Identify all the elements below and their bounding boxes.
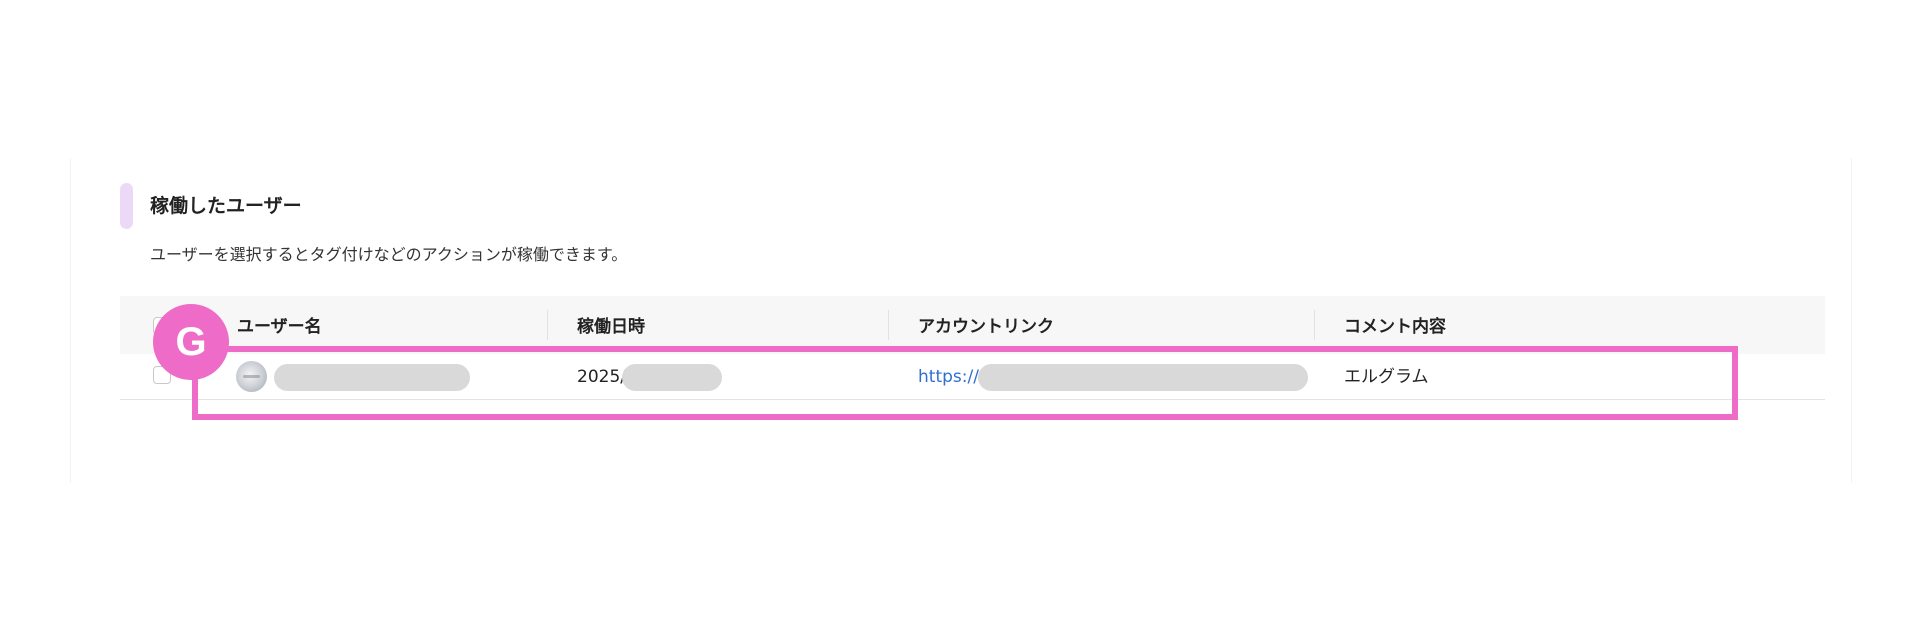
column-divider	[547, 310, 548, 340]
column-divider	[888, 310, 889, 340]
section-accent-bar	[120, 183, 133, 229]
section-title: 稼働したユーザー	[150, 195, 302, 217]
column-header-operated-at[interactable]: 稼働日時	[577, 315, 645, 339]
column-header-account-link[interactable]: アカウントリンク	[918, 315, 1054, 339]
column-header-comment[interactable]: コメント内容	[1344, 315, 1446, 339]
column-divider	[1314, 310, 1315, 340]
highlight-frame	[192, 346, 1738, 420]
column-header-user-name[interactable]: ユーザー名	[237, 315, 322, 339]
section-description: ユーザーを選択するとタグ付けなどのアクションが稼働できます。	[150, 245, 628, 264]
annotation-badge: G	[153, 304, 229, 380]
